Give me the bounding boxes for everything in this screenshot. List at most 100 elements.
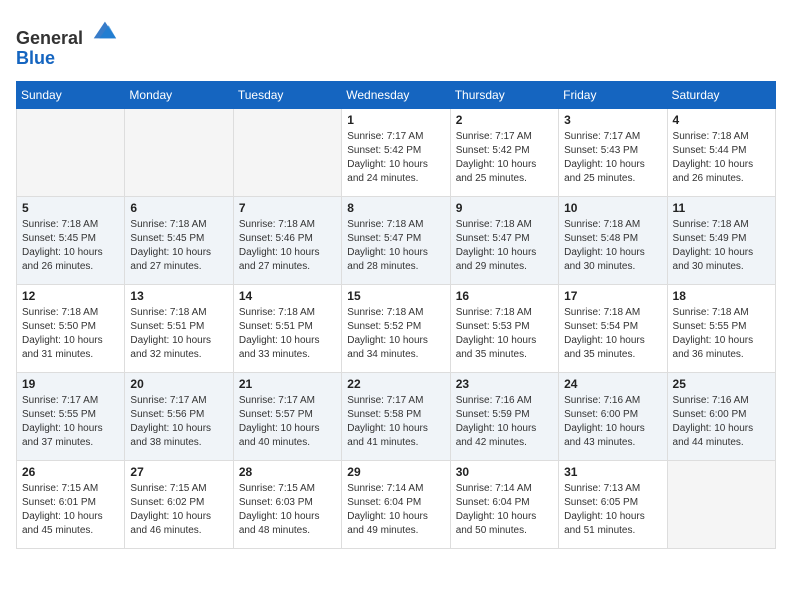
weekday-tuesday: Tuesday [233,81,341,108]
weekday-saturday: Saturday [667,81,775,108]
calendar-cell: 10 Sunrise: 7:18 AM Sunset: 5:48 PM Dayli… [559,196,667,284]
day-number: 15 [347,289,444,303]
calendar-cell: 20 Sunrise: 7:17 AM Sunset: 5:56 PM Dayli… [125,372,233,460]
day-number: 9 [456,201,553,215]
calendar-week-4: 19Sunrise: 7:17 AM Sunset: 5:55 PM Dayli… [17,372,776,460]
calendar-cell: 4Sunrise: 7:18 AM Sunset: 5:44 PM Daylig… [667,108,775,196]
day-number: 12 [22,289,119,303]
day-number: 6 [130,201,227,215]
day-info: Sunrise: 7:18 AM Sunset: 5:50 PM Dayligh… [22,306,119,362]
calendar-cell: 1 Sunrise: 7:17 AM Sunset: 5:42 PM Daylig… [342,108,450,196]
day-number: 20 [130,377,227,391]
calendar-cell: 16Sunrise: 7:18 AM Sunset: 5:53 PM Dayli… [450,284,558,372]
calendar-cell: 13 Sunrise: 7:18 AM Sunset: 5:51 PM Dayli… [125,284,233,372]
day-info: Sunrise: 7:18 AM Sunset: 5:45 PM Dayligh… [130,218,227,274]
day-info: Sunrise: 7:17 AM Sunset: 5:56 PM Dayligh… [130,394,227,450]
calendar-cell: 11Sunrise: 7:18 AM Sunset: 5:49 PM Dayli… [667,196,775,284]
calendar-cell: 17 Sunrise: 7:18 AM Sunset: 5:54 PM Dayli… [559,284,667,372]
calendar-week-1: 1 Sunrise: 7:17 AM Sunset: 5:42 PM Daylig… [17,108,776,196]
day-info: Sunrise: 7:18 AM Sunset: 5:51 PM Dayligh… [239,306,336,362]
day-info: Sunrise: 7:17 AM Sunset: 5:58 PM Dayligh… [347,394,444,450]
day-number: 29 [347,465,444,479]
day-number: 2 [456,113,553,127]
day-number: 25 [673,377,770,391]
calendar-week-3: 12 Sunrise: 7:18 AM Sunset: 5:50 PM Dayli… [17,284,776,372]
day-number: 21 [239,377,336,391]
weekday-friday: Friday [559,81,667,108]
day-info: Sunrise: 7:17 AM Sunset: 5:42 PM Dayligh… [347,130,444,186]
calendar: SundayMondayTuesdayWednesdayThursdayFrid… [16,81,776,549]
day-info: Sunrise: 7:15 AM Sunset: 6:01 PM Dayligh… [22,482,119,538]
day-info: Sunrise: 7:18 AM Sunset: 5:47 PM Dayligh… [456,218,553,274]
calendar-cell: 6 Sunrise: 7:18 AM Sunset: 5:45 PM Daylig… [125,196,233,284]
day-info: Sunrise: 7:14 AM Sunset: 6:04 PM Dayligh… [347,482,444,538]
calendar-cell: 3 Sunrise: 7:17 AM Sunset: 5:43 PM Daylig… [559,108,667,196]
calendar-cell: 21 Sunrise: 7:17 AM Sunset: 5:57 PM Dayli… [233,372,341,460]
weekday-monday: Monday [125,81,233,108]
calendar-cell: 22 Sunrise: 7:17 AM Sunset: 5:58 PM Dayli… [342,372,450,460]
calendar-cell [17,108,125,196]
calendar-week-2: 5 Sunrise: 7:18 AM Sunset: 5:45 PM Daylig… [17,196,776,284]
day-info: Sunrise: 7:18 AM Sunset: 5:48 PM Dayligh… [564,218,661,274]
calendar-cell: 8 Sunrise: 7:18 AM Sunset: 5:47 PM Daylig… [342,196,450,284]
calendar-cell: 15 Sunrise: 7:18 AM Sunset: 5:52 PM Dayli… [342,284,450,372]
calendar-cell: 25 Sunrise: 7:16 AM Sunset: 6:00 PM Dayli… [667,372,775,460]
calendar-cell: 9 Sunrise: 7:18 AM Sunset: 5:47 PM Daylig… [450,196,558,284]
day-info: Sunrise: 7:14 AM Sunset: 6:04 PM Dayligh… [456,482,553,538]
logo-blue-text: Blue [16,48,55,68]
calendar-cell: 29 Sunrise: 7:14 AM Sunset: 6:04 PM Dayli… [342,460,450,548]
calendar-cell: 5 Sunrise: 7:18 AM Sunset: 5:45 PM Daylig… [17,196,125,284]
day-info: Sunrise: 7:18 AM Sunset: 5:53 PM Dayligh… [456,306,553,362]
day-info: Sunrise: 7:18 AM Sunset: 5:47 PM Dayligh… [347,218,444,274]
day-info: Sunrise: 7:17 AM Sunset: 5:57 PM Dayligh… [239,394,336,450]
day-number: 31 [564,465,661,479]
day-info: Sunrise: 7:18 AM Sunset: 5:45 PM Dayligh… [22,218,119,274]
calendar-cell: 24Sunrise: 7:16 AM Sunset: 6:00 PM Dayli… [559,372,667,460]
day-info: Sunrise: 7:13 AM Sunset: 6:05 PM Dayligh… [564,482,661,538]
day-info: Sunrise: 7:18 AM Sunset: 5:51 PM Dayligh… [130,306,227,362]
day-info: Sunrise: 7:16 AM Sunset: 6:00 PM Dayligh… [564,394,661,450]
day-number: 4 [673,113,770,127]
day-number: 10 [564,201,661,215]
day-number: 11 [673,201,770,215]
weekday-sunday: Sunday [17,81,125,108]
calendar-cell: 28Sunrise: 7:15 AM Sunset: 6:03 PM Dayli… [233,460,341,548]
day-number: 22 [347,377,444,391]
logo-general-text: General [16,28,83,48]
weekday-thursday: Thursday [450,81,558,108]
calendar-cell: 30 Sunrise: 7:14 AM Sunset: 6:04 PM Dayli… [450,460,558,548]
day-number: 30 [456,465,553,479]
day-number: 18 [673,289,770,303]
day-info: Sunrise: 7:17 AM Sunset: 5:43 PM Dayligh… [564,130,661,186]
day-info: Sunrise: 7:18 AM Sunset: 5:55 PM Dayligh… [673,306,770,362]
day-number: 5 [22,201,119,215]
weekday-wednesday: Wednesday [342,81,450,108]
day-number: 13 [130,289,227,303]
day-info: Sunrise: 7:17 AM Sunset: 5:55 PM Dayligh… [22,394,119,450]
day-info: Sunrise: 7:15 AM Sunset: 6:03 PM Dayligh… [239,482,336,538]
day-info: Sunrise: 7:17 AM Sunset: 5:42 PM Dayligh… [456,130,553,186]
day-info: Sunrise: 7:18 AM Sunset: 5:52 PM Dayligh… [347,306,444,362]
calendar-cell: 23Sunrise: 7:16 AM Sunset: 5:59 PM Dayli… [450,372,558,460]
day-number: 8 [347,201,444,215]
page-header: General Blue [16,16,776,69]
day-info: Sunrise: 7:16 AM Sunset: 6:00 PM Dayligh… [673,394,770,450]
weekday-header-row: SundayMondayTuesdayWednesdayThursdayFrid… [17,81,776,108]
calendar-cell: 31 Sunrise: 7:13 AM Sunset: 6:05 PM Dayli… [559,460,667,548]
day-info: Sunrise: 7:18 AM Sunset: 5:46 PM Dayligh… [239,218,336,274]
logo-icon [90,16,118,44]
calendar-cell [125,108,233,196]
day-number: 17 [564,289,661,303]
day-info: Sunrise: 7:15 AM Sunset: 6:02 PM Dayligh… [130,482,227,538]
calendar-cell: 18 Sunrise: 7:18 AM Sunset: 5:55 PM Dayli… [667,284,775,372]
day-number: 27 [130,465,227,479]
day-number: 7 [239,201,336,215]
logo: General Blue [16,16,118,69]
calendar-week-5: 26Sunrise: 7:15 AM Sunset: 6:01 PM Dayli… [17,460,776,548]
calendar-cell [233,108,341,196]
day-number: 1 [347,113,444,127]
day-number: 3 [564,113,661,127]
calendar-cell [667,460,775,548]
calendar-cell: 19Sunrise: 7:17 AM Sunset: 5:55 PM Dayli… [17,372,125,460]
day-info: Sunrise: 7:18 AM Sunset: 5:54 PM Dayligh… [564,306,661,362]
